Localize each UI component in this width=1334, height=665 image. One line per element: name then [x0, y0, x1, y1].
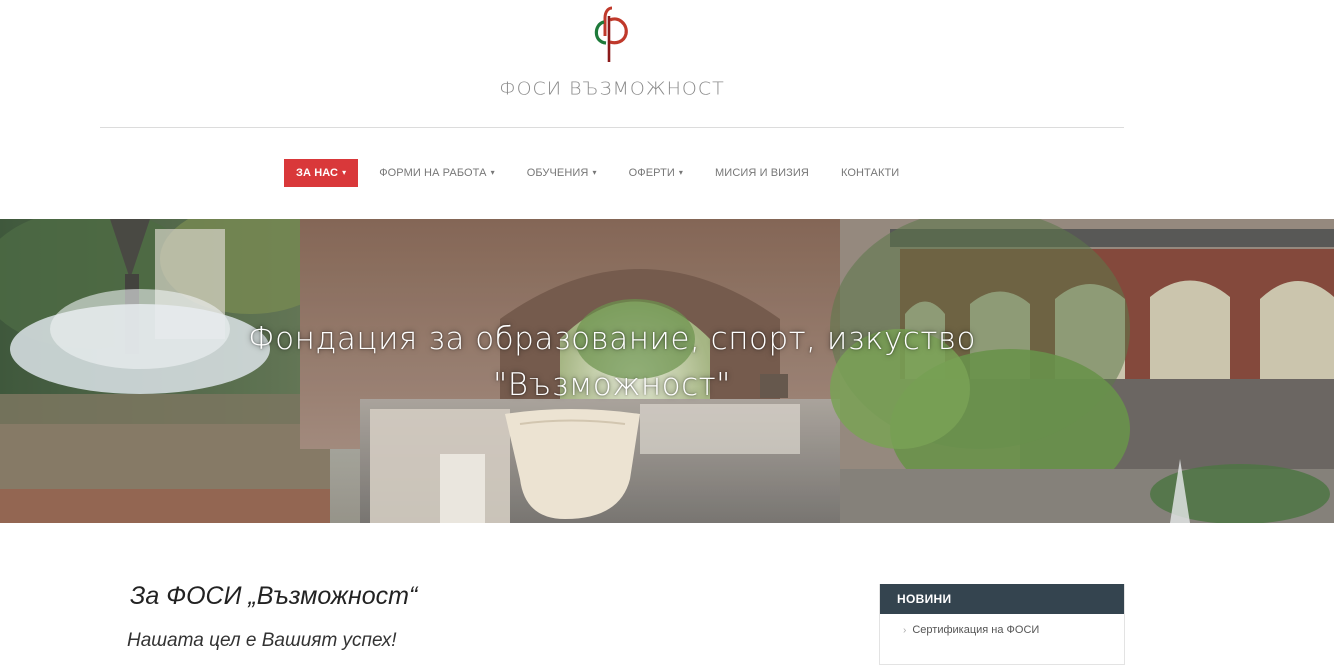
- main-navigation: ЗА НАС ▾ ФОРМИ НА РАБОТА ▾ ОБУЧЕНИЯ ▾ ОФЕРТИ ▾ М…: [284, 159, 919, 187]
- chevron-down-icon: ▾: [678, 168, 684, 177]
- page-subtitle: Нашата цел е Вашият успех!: [127, 630, 397, 651]
- nav-item-3[interactable]: ОФЕРТИ ▾: [617, 159, 695, 187]
- nav-item-label: ФОРМИ НА РАБОТА: [379, 167, 487, 179]
- chevron-down-icon: ▾: [342, 168, 347, 177]
- site-name[interactable]: ФОСИ ВЪЗМОЖНОСТ: [0, 79, 1224, 100]
- nav-item-0[interactable]: ЗА НАС ▾: [284, 159, 359, 187]
- news-item[interactable]: › Сертификация на ФОСИ: [880, 614, 1124, 636]
- nav-item-label: МИСИЯ И ВИЗИЯ: [715, 167, 809, 179]
- phi-logo-icon[interactable]: [588, 6, 634, 66]
- page-title: За ФОСИ „Възможност“: [130, 582, 418, 610]
- chevron-down-icon: ▾: [592, 168, 597, 177]
- nav-item-4[interactable]: МИСИЯ И ВИЗИЯ: [703, 159, 821, 187]
- nav-item-label: ОФЕРТИ: [628, 167, 675, 179]
- nav-item-label: ОБУЧЕНИЯ: [526, 167, 589, 179]
- chevron-right-icon: ›: [903, 625, 907, 636]
- nav-item-label: КОНТАКТИ: [840, 167, 900, 179]
- nav-item-2[interactable]: ОБУЧЕНИЯ ▾: [515, 159, 609, 187]
- nav-item-5[interactable]: КОНТАКТИ: [829, 159, 911, 187]
- nav-item-label: ЗА НАС: [296, 167, 339, 179]
- news-list: › Сертификация на ФОСИ: [880, 614, 1124, 636]
- hero-title-line2: "Възможност": [493, 367, 731, 403]
- news-widget-title: НОВИНИ: [880, 584, 1124, 614]
- news-item-label: Сертификация на ФОСИ: [912, 624, 1040, 636]
- chevron-down-icon: ▾: [490, 168, 495, 177]
- header-divider: [100, 127, 1124, 128]
- hero-banner: Фондация за образование, спорт, изкуство…: [0, 219, 1334, 523]
- nav-item-1[interactable]: ФОРМИ НА РАБОТА ▾: [367, 159, 507, 187]
- hero-title-line1: Фондация за образование, спорт, изкуство: [248, 321, 976, 357]
- hero-title: Фондация за образование, спорт, изкуство…: [0, 316, 1224, 408]
